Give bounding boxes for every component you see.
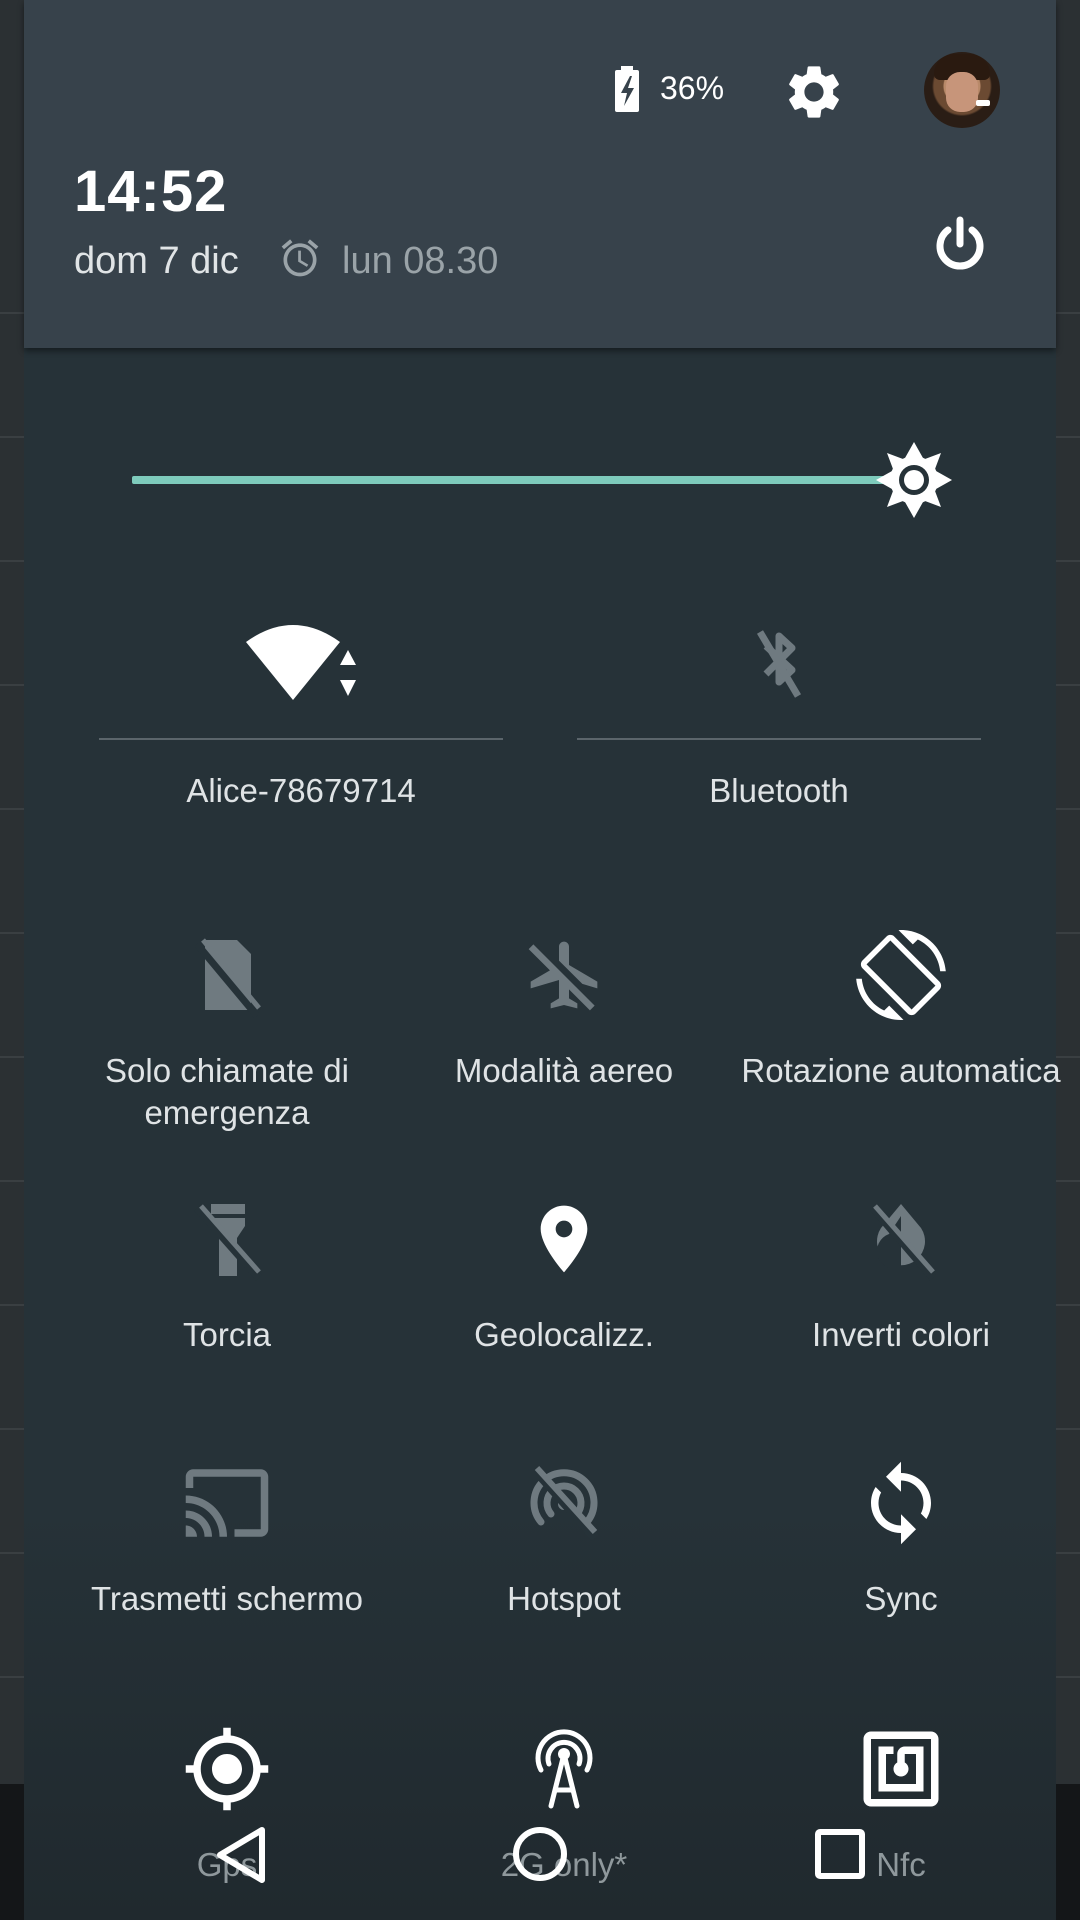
hotspot-off-icon (530, 1465, 599, 1541)
date-label[interactable]: dom 7 dic (74, 240, 239, 283)
tile-label: Modalità aereo (454, 1052, 674, 1089)
airplane-off-icon (528, 941, 598, 1011)
power-icon[interactable] (928, 214, 992, 278)
bluetooth-off-icon (756, 630, 802, 698)
sync-icon (871, 1461, 931, 1545)
next-alarm-time[interactable]: lun 08.30 (342, 240, 498, 283)
tile-hotspot[interactable]: Hotspot (396, 1458, 732, 1620)
background-app-left (0, 0, 24, 1920)
wifi-icon (246, 625, 356, 700)
tile-nfc[interactable]: Nfc (733, 1724, 1069, 1886)
screen-rotation-icon (856, 930, 946, 1020)
settings-gear-icon[interactable] (782, 60, 846, 124)
battery-charging-icon (615, 66, 639, 112)
tile-label: Hotspot (507, 1580, 621, 1617)
tile-label: Rotazione automatica (741, 1052, 1061, 1089)
tile-airplane-mode[interactable]: Modalità aereo (396, 930, 732, 1092)
antenna-icon (535, 1729, 593, 1809)
battery-percentage: 36% (660, 70, 725, 106)
nfc-icon (863, 1731, 939, 1807)
alarm-clock-icon[interactable] (278, 236, 322, 280)
tile-label: Torcia (182, 1316, 272, 1353)
tile-bluetooth[interactable]: Bluetooth (577, 620, 981, 812)
tile-wifi[interactable]: Alice-78679714 (99, 620, 503, 812)
brightness-slider-track[interactable] (132, 476, 914, 484)
brightness-slider-thumb[interactable] (874, 440, 954, 520)
tile-label: Alice-78679714 (186, 772, 416, 809)
quick-settings-header: 36% 14:52 dom 7 dic lun 08.30 (24, 0, 1056, 348)
nav-home-icon[interactable] (512, 1826, 568, 1882)
no-sim-icon (194, 938, 261, 1019)
tile-label: Inverti colori (812, 1316, 990, 1353)
cast-icon (185, 1469, 269, 1537)
tile-label: Solo chiamate di emergenza (105, 1052, 349, 1131)
bluetooth-tile-divider (577, 738, 981, 740)
tile-label: Trasmetti schermo (91, 1580, 363, 1617)
user-avatar[interactable] (924, 52, 1000, 128)
nav-back-icon[interactable] (212, 1826, 270, 1884)
tile-label: Bluetooth (709, 772, 849, 809)
tile-invert-colors[interactable]: Inverti colori (733, 1194, 1069, 1356)
tile-location[interactable]: Geolocalizz. (396, 1194, 732, 1356)
tile-auto-rotate[interactable]: Rotazione automatica (733, 930, 1069, 1092)
tile-sync[interactable]: Sync (733, 1458, 1069, 1620)
tile-label: Sync (864, 1580, 938, 1617)
wifi-tile-divider (99, 738, 503, 740)
location-icon (540, 1205, 588, 1273)
nav-recents-icon[interactable] (814, 1828, 866, 1880)
tile-label: Nfc (876, 1846, 926, 1883)
invert-colors-off-icon (869, 1204, 937, 1281)
quick-settings-panel: 36% 14:52 dom 7 dic lun 08.30 Alice-7867… (24, 0, 1061, 1920)
clock-time[interactable]: 14:52 (74, 158, 227, 225)
tile-flashlight[interactable]: Torcia (59, 1194, 395, 1356)
tile-emergency-calls[interactable]: Solo chiamate di emergenza (59, 930, 395, 1134)
tile-label: Geolocalizz. (474, 1316, 654, 1353)
gps-icon (185, 1727, 269, 1811)
flashlight-off-icon (194, 1204, 262, 1281)
tile-cast-screen[interactable]: Trasmetti schermo (59, 1458, 395, 1620)
